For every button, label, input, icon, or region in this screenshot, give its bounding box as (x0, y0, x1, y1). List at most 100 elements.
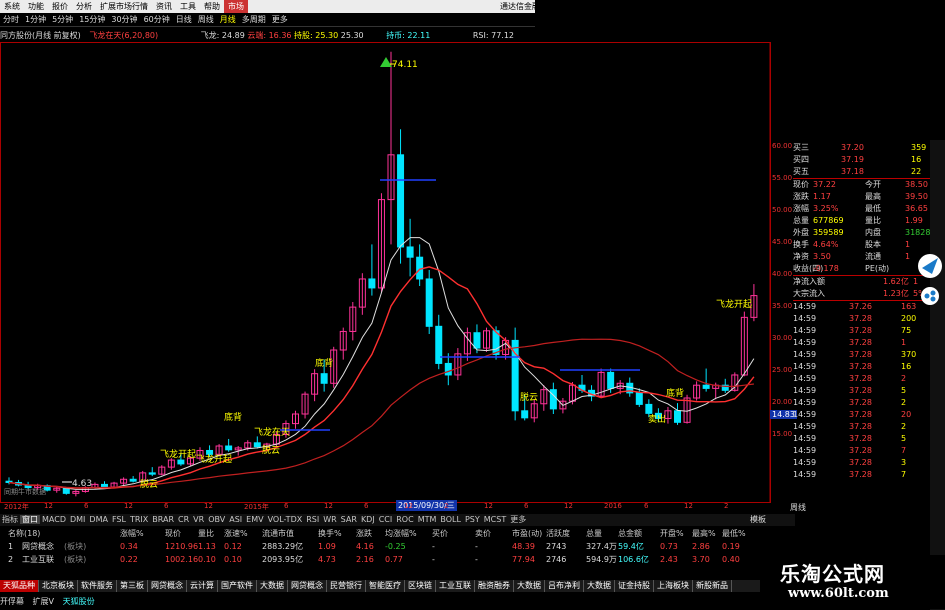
sector-tab[interactable]: 软件服务 (78, 580, 117, 592)
period-tab[interactable]: 周线 (195, 13, 217, 26)
sector-tab[interactable]: 大数据 (514, 580, 545, 592)
sector-tab[interactable]: 民营银行 (327, 580, 366, 592)
sector-tab[interactable]: 工业互联 (436, 580, 475, 592)
period-tab[interactable]: 15分钟 (76, 13, 108, 26)
table-row[interactable]: 1 网贷概念 (板块) 0.34 1210.96 1.13 0.12 2883.29亿 1.09… (0, 540, 760, 553)
period-tab-selected[interactable]: 月线 (217, 13, 239, 26)
kline-chart[interactable] (0, 42, 795, 514)
ask-row: 买四 37.19 16 (793, 154, 930, 166)
indicator-tab[interactable]: TRIX (128, 515, 150, 524)
table-header-cell[interactable]: 开盘% (660, 527, 684, 540)
table-header-cell[interactable]: 现价 (165, 527, 181, 540)
indicator-tab[interactable]: CCI (377, 515, 395, 524)
indicator-tab[interactable]: ROC (394, 515, 415, 524)
chart-title-bar: 同方股份(月线 前复权) 飞龙在天(6,20,80) 飞龙: 24.89 云端:… (0, 30, 770, 42)
indicator-tab[interactable]: CR (176, 515, 191, 524)
indicator-tab[interactable]: RSI (304, 515, 321, 524)
template-button[interactable]: 模板 (750, 514, 766, 525)
indicator-tab[interactable]: BRAR (150, 515, 176, 524)
indicator-tab[interactable]: MTM (416, 515, 439, 524)
sector-tab[interactable]: 云计算 (187, 580, 218, 592)
tick-time: 14:59 (793, 398, 817, 407)
menu-quote[interactable]: 报价 (48, 0, 72, 13)
period-tab[interactable]: 60分钟 (141, 13, 173, 26)
sector-tab[interactable]: 国产软件 (218, 580, 257, 592)
table-header-cell[interactable]: 最低% (722, 527, 746, 540)
menu-function[interactable]: 功能 (24, 0, 48, 13)
indicator-tab[interactable]: ASI (227, 515, 244, 524)
sector-tab[interactable]: 天狐品种 (0, 580, 39, 592)
table-header-cell[interactable]: 涨幅% (120, 527, 144, 540)
table-header-cell[interactable]: 活跃度 (546, 527, 570, 540)
indicator-tab[interactable]: SAR (339, 515, 359, 524)
weekly-button[interactable]: 周线 (790, 502, 806, 513)
sector-tab[interactable]: 证金持股 (615, 580, 654, 592)
sector-tab[interactable]: 网贷概念 (148, 580, 187, 592)
floating-widget[interactable] (910, 250, 944, 310)
table-header-cell[interactable]: 总金额 (618, 527, 642, 540)
sector-tab[interactable]: 新股新品 (693, 580, 732, 592)
table-header-cell[interactable]: 换手% (318, 527, 342, 540)
period-tab[interactable]: 更多 (269, 13, 291, 26)
status-item[interactable]: 开俘幕 (0, 597, 24, 606)
menu-analysis[interactable]: 分析 (72, 0, 96, 13)
status-item[interactable]: 天狐股份 (63, 597, 95, 606)
table-header-cell[interactable]: 量比 (198, 527, 214, 540)
sector-tab[interactable]: 第三板 (117, 580, 148, 592)
menu-info[interactable]: 资讯 (152, 0, 176, 13)
menu-help[interactable]: 帮助 (200, 0, 224, 13)
table-header-cell[interactable]: 均涨幅% (385, 527, 417, 540)
indicator-tab[interactable]: EMV (244, 515, 265, 524)
indicator-tab[interactable]: DMA (87, 515, 110, 524)
sector-tab[interactable]: 北京板块 (39, 580, 78, 592)
indicator-tab[interactable]: KDJ (359, 515, 377, 524)
table-header-cell[interactable]: 总量 (586, 527, 602, 540)
indicator-tab[interactable]: 指标 (0, 515, 20, 524)
sector-tab[interactable]: 区块链 (405, 580, 436, 592)
indicator-tab[interactable]: 窗口 (20, 515, 40, 524)
table-header-cell[interactable]: 市盈(动) (512, 527, 542, 540)
candle-body (635, 392, 643, 405)
sector-tab[interactable]: 智能医疗 (366, 580, 405, 592)
table-header-cell[interactable]: 流通市值 (262, 527, 294, 540)
status-item[interactable]: 扩展V (33, 597, 54, 606)
indicator-tab[interactable]: MCST (482, 515, 508, 524)
menu-system[interactable]: 系统 (0, 0, 24, 13)
indicator-tab[interactable]: MACD (40, 515, 68, 524)
date-axis: 2012年 12 6 12 6 12 2015年 6 12 6 12 2 12 6 12 2016 6 12 2 (0, 502, 770, 513)
indicator-tab[interactable]: VOL-TDX (266, 515, 305, 524)
menu-tools[interactable]: 工具 (176, 0, 200, 13)
sector-tab[interactable]: 网贷概念 (288, 580, 327, 592)
table-header-cell[interactable]: 卖价 (475, 527, 491, 540)
sector-tab[interactable]: 融资融券 (475, 580, 514, 592)
sector-tab[interactable]: 吕布净利 (545, 580, 584, 592)
candle-body (129, 478, 137, 482)
period-tab[interactable]: 日线 (173, 13, 195, 26)
period-tab[interactable]: 5分钟 (49, 13, 76, 26)
period-tab[interactable]: 30分钟 (108, 13, 140, 26)
table-header-cell[interactable]: 涨跌 (356, 527, 372, 540)
tick-price: 37.26 (849, 302, 872, 311)
table-header-cell[interactable]: 名称(18) (8, 527, 40, 540)
sector-tab[interactable]: 大数据 (584, 580, 615, 592)
menu-extended-market[interactable]: 扩展市场行情 (96, 0, 152, 13)
indicator-tab[interactable]: VR (191, 515, 206, 524)
indicator-tab[interactable]: BOLL (438, 515, 463, 524)
table-header-cell[interactable]: 最高% (692, 527, 716, 540)
menu-market[interactable]: 市场 (224, 0, 248, 13)
table-header-cell[interactable]: 涨速% (224, 527, 248, 540)
indicator-tab[interactable]: 更多 (508, 515, 528, 524)
indicator-tab[interactable]: WR (321, 515, 338, 524)
indicator-tab[interactable]: PSY (463, 515, 482, 524)
indicator-tab[interactable]: OBV (206, 515, 227, 524)
table-row[interactable]: 2 工业互联 (板块) 0.22 1002.16 0.10 0.10 2093.95亿 4.73… (0, 553, 760, 566)
indicator-tab[interactable]: FSL (110, 515, 128, 524)
table-header-cell[interactable]: 买价 (432, 527, 448, 540)
period-tab[interactable]: 多周期 (239, 13, 269, 26)
period-tab[interactable]: 1分钟 (22, 13, 49, 26)
sector-tab[interactable]: 上海板块 (654, 580, 693, 592)
sector-tab[interactable]: 大数据 (257, 580, 288, 592)
indicator-tabs: 指标 窗口 MACD DMI DMA FSL TRIX BRAR CR VR OBV ASI EMV VO… (0, 514, 795, 526)
indicator-tab[interactable]: DMI (68, 515, 87, 524)
period-tab[interactable]: 分时 (0, 13, 22, 26)
